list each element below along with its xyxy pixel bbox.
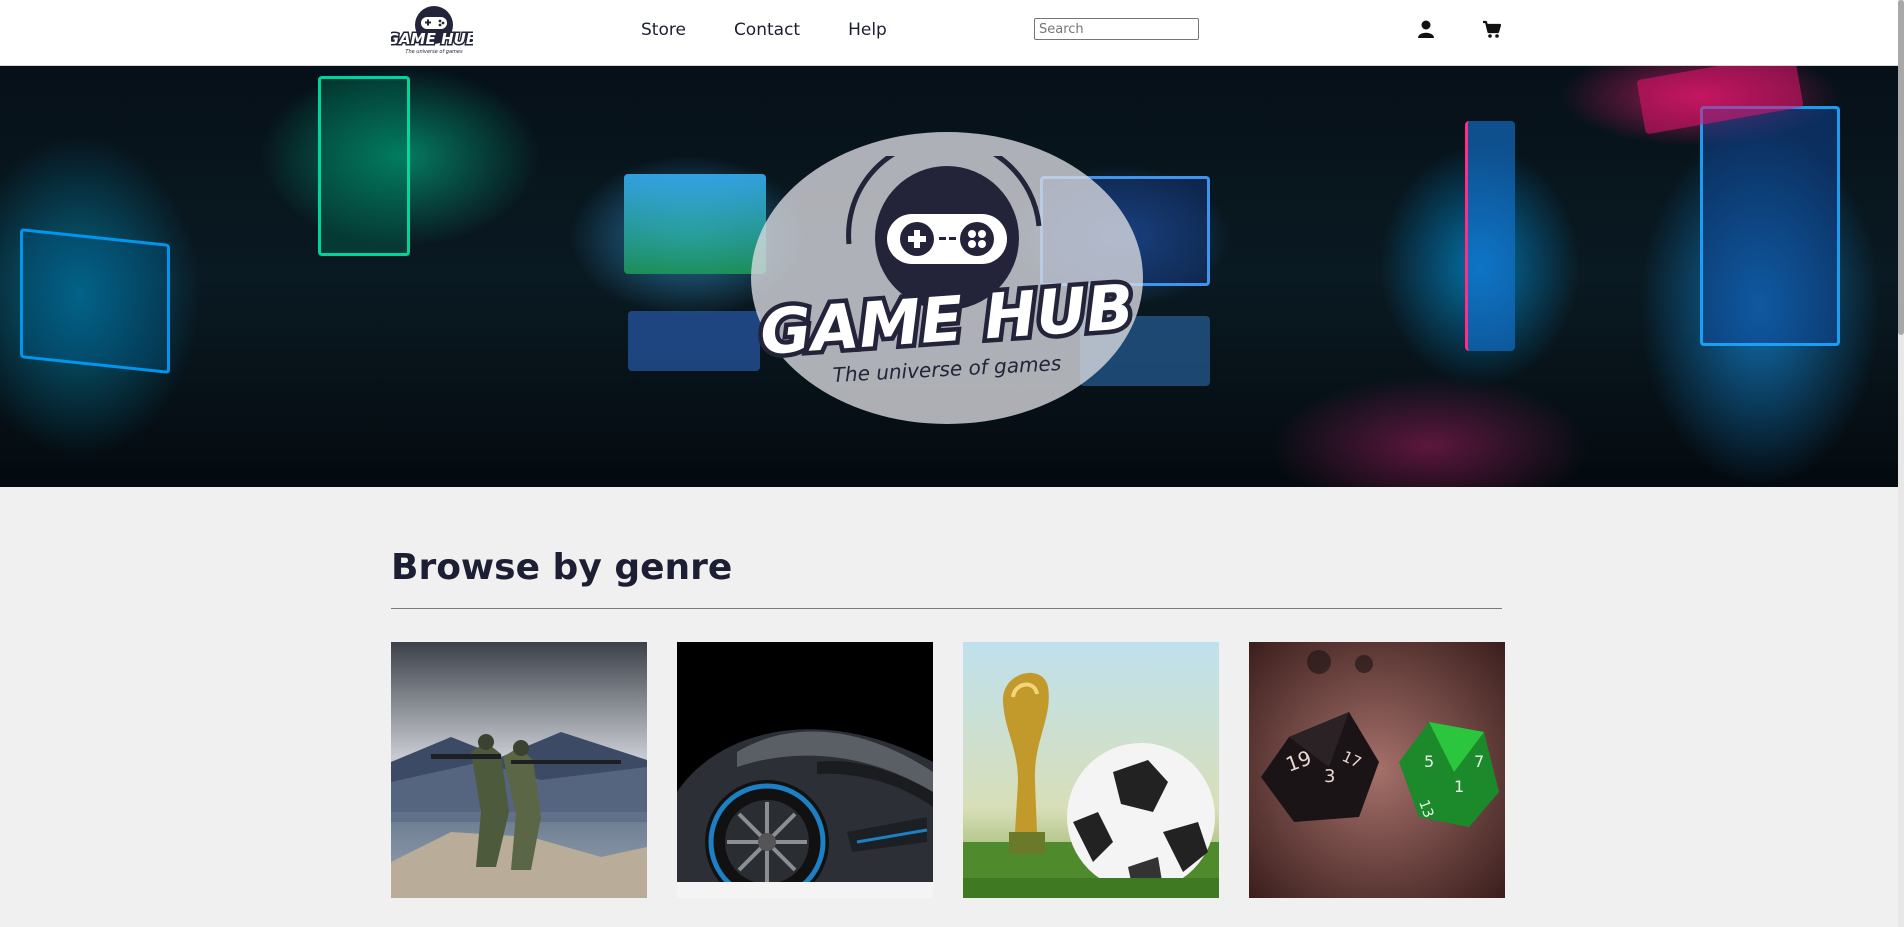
svg-text:5: 5 xyxy=(1424,752,1434,771)
svg-text:3: 3 xyxy=(1324,766,1335,787)
arcade-screen-left xyxy=(20,228,170,374)
nav-contact[interactable]: Contact xyxy=(734,20,800,40)
svg-text:1: 1 xyxy=(1454,777,1464,796)
search-input[interactable] xyxy=(1034,18,1199,40)
arcade-screen-far-right xyxy=(1700,106,1840,346)
arcade-screen-right xyxy=(1465,121,1515,351)
logo-tagline: The universe of games xyxy=(405,49,463,55)
hero-logo: GAME HUB The universe of games xyxy=(751,137,1143,406)
site-logo[interactable]: GAME HUB The universe of games xyxy=(385,3,479,57)
genre-divider xyxy=(391,608,1502,609)
arcade-screen-center xyxy=(628,311,760,371)
soldiers-image xyxy=(391,642,647,898)
page-scrollbar[interactable] xyxy=(1898,0,1904,927)
genre-card-racing[interactable] xyxy=(677,642,933,898)
sports-car-image xyxy=(677,642,933,898)
dice-image: 19 3 17 5 7 1 13 xyxy=(1249,642,1505,898)
nav-store[interactable]: Store xyxy=(641,20,686,40)
logo-title: GAME HUB xyxy=(391,30,473,48)
genre-card-shooter[interactable] xyxy=(391,642,647,898)
hero-banner: GAME HUB The universe of games xyxy=(0,66,1898,487)
genre-card-tabletop[interactable]: 19 3 17 5 7 1 13 xyxy=(1249,642,1505,898)
genre-grid: 19 3 17 5 7 1 13 xyxy=(391,642,1505,898)
hero-logo-title: GAME HUB xyxy=(758,270,1136,369)
genre-card-sports[interactable] xyxy=(963,642,1219,898)
arcade-screen-center-left xyxy=(624,174,766,274)
user-icon[interactable] xyxy=(1416,18,1436,40)
svg-text:7: 7 xyxy=(1474,752,1484,771)
main-nav: Store Contact Help xyxy=(641,20,887,40)
genre-section-title: Browse by genre xyxy=(391,547,733,588)
arcade-screen-green xyxy=(318,76,410,256)
site-header: GAME HUB The universe of games Store Con… xyxy=(0,0,1898,66)
scrollbar-thumb[interactable] xyxy=(1898,0,1904,335)
world-cup-image xyxy=(963,642,1219,898)
nav-help[interactable]: Help xyxy=(848,20,887,40)
cart-icon[interactable] xyxy=(1482,18,1502,40)
